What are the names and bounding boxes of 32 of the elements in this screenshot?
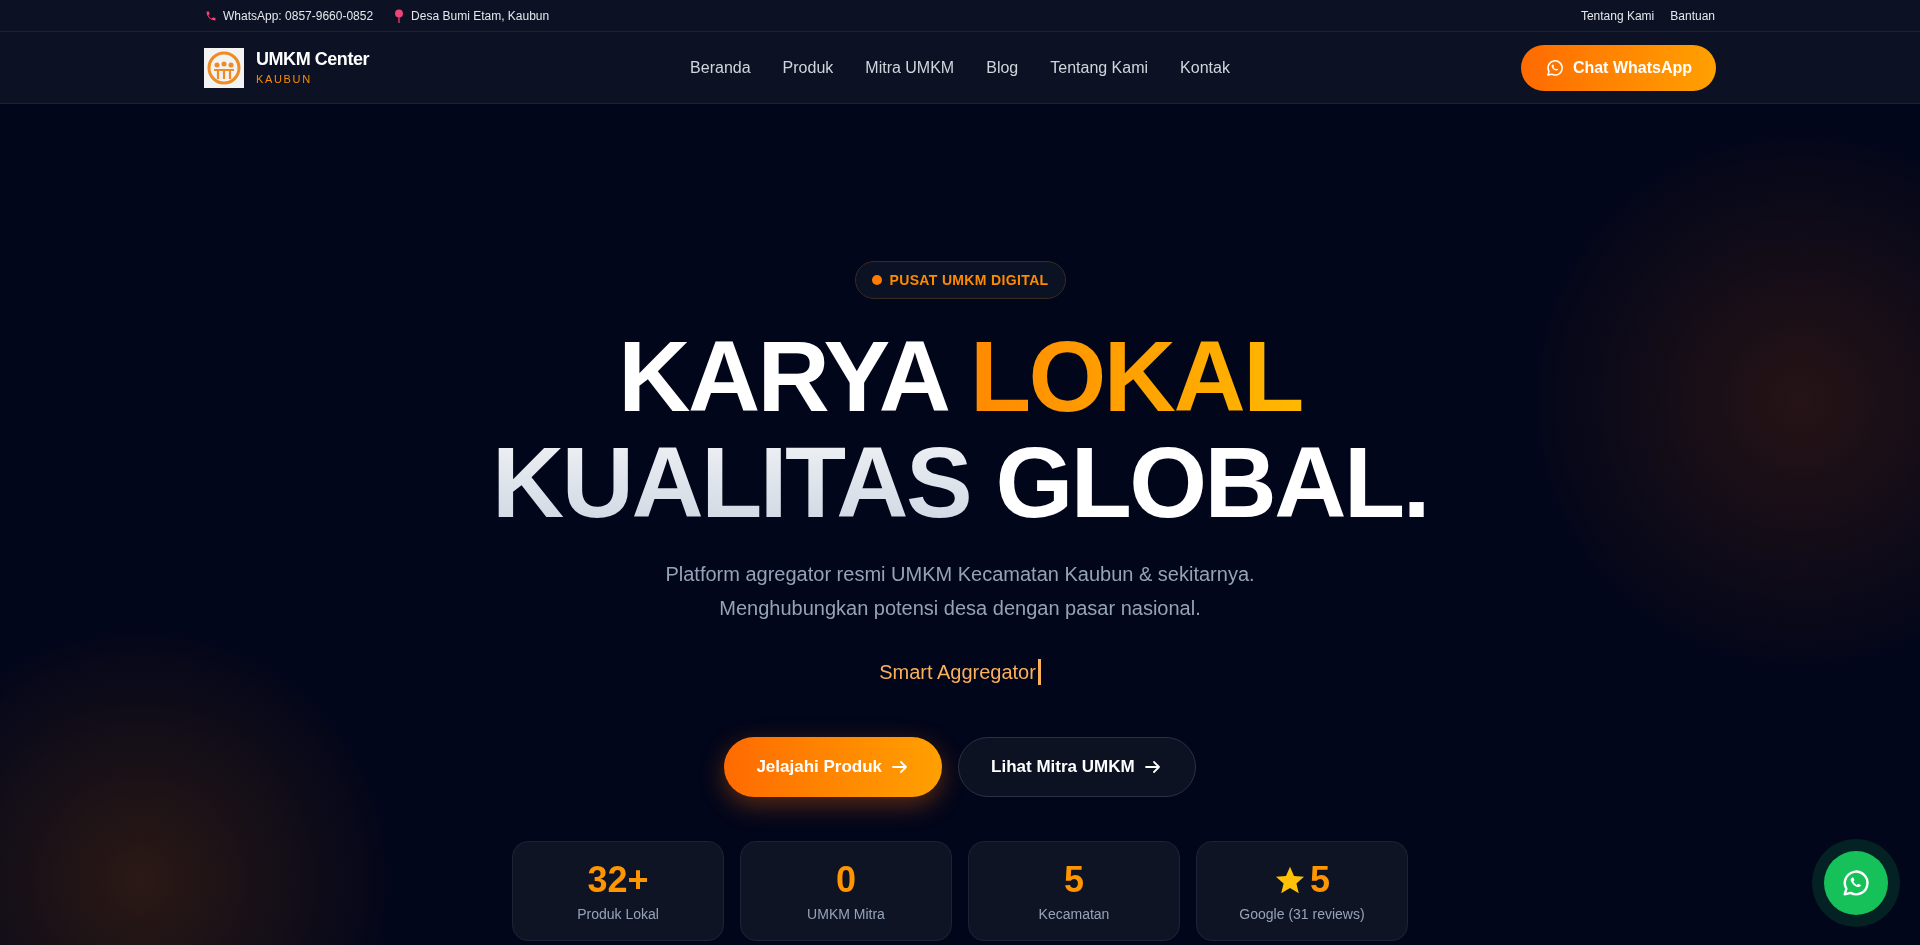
stat-label: UMKM Mitra	[807, 905, 885, 924]
nav-link[interactable]: Tentang Kami	[1050, 55, 1149, 80]
contact-text: WhatsApp: 0857-9660-0852	[223, 7, 374, 25]
stat-label: Google (31 reviews)	[1239, 905, 1365, 924]
brand-subtitle: KAUBUN	[256, 71, 313, 87]
logo-icon	[204, 47, 244, 88]
nav-link[interactable]: Blog	[986, 55, 1019, 80]
chat-bubble-phone-icon	[1544, 57, 1565, 78]
stat-label: Produk Lokal	[577, 905, 659, 924]
view-partners-button[interactable]: Lihat Mitra UMKM	[958, 737, 1196, 797]
hero-subtitle: Platform agregator resmi UMKM Kecamatan Kaubun & sekitarnya. Menghubungkan potensi desa dengan pasar nasional.	[665, 562, 1255, 621]
stat-value: 5	[1064, 860, 1084, 900]
stat-label: Kecamatan	[1038, 905, 1110, 924]
whatsapp-float-button[interactable]	[1824, 851, 1888, 915]
typed-text: Smart Aggregator	[879, 660, 1036, 685]
hero-badge: PUSAT UMKM DIGITAL	[854, 261, 1066, 299]
chat-bubble-phone-icon	[1840, 867, 1872, 899]
brand-name: UMKM Center	[256, 48, 370, 69]
nav-link[interactable]: Produk	[782, 55, 834, 80]
top-link[interactable]: Tentang Kami	[1580, 6, 1655, 25]
top-link[interactable]: Bantuan	[1670, 6, 1715, 25]
contact-text: Desa Bumi Etam, Kaubun	[411, 7, 550, 25]
stat-value: 32+	[587, 860, 649, 900]
phone-icon	[205, 9, 217, 22]
nav-link[interactable]: Beranda	[690, 55, 751, 80]
nav-link[interactable]: Kontak	[1180, 55, 1230, 80]
stat-value: 5	[1310, 860, 1330, 900]
stat-value: 0	[836, 860, 856, 900]
pin-icon	[393, 8, 406, 23]
hero-headline: KARYA LOKAL KUALITAS GLOBAL.	[492, 323, 1428, 535]
text-cursor-icon	[1037, 659, 1041, 685]
nav-link[interactable]: Mitra UMKM	[865, 55, 955, 80]
